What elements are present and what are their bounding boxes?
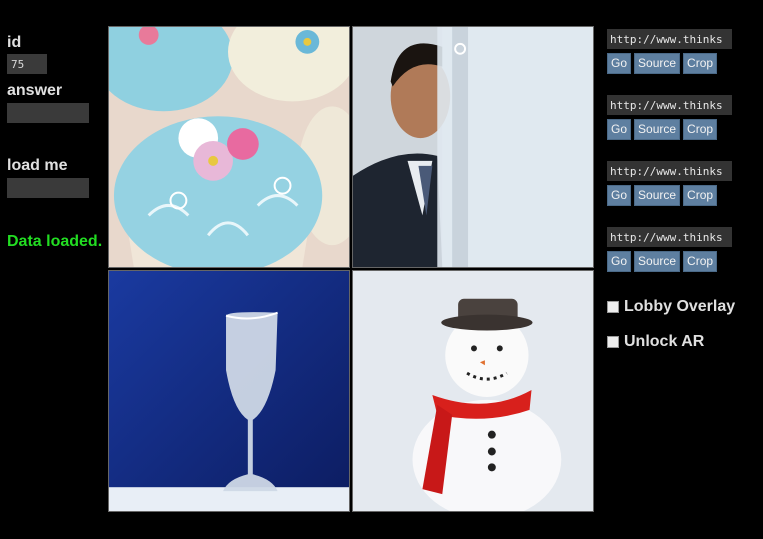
unlock-ar-toggle[interactable]: Unlock AR [607,333,704,351]
image-tile-snowman[interactable] [352,270,594,512]
left-form: id answer load me [7,34,102,198]
load-me-input[interactable] [7,178,89,198]
cupcakes-image [109,27,349,267]
status-message: Data loaded. [7,233,103,250]
load-me-label: load me [7,157,68,174]
id-label: id [7,34,22,51]
wine-glass-image [109,271,349,511]
lobby-overlay-toggle[interactable]: Lobby Overlay [607,298,735,316]
url-slot-4: Go Source Crop [607,227,737,272]
go-button[interactable]: Go [607,53,632,74]
image-tile-cupcakes[interactable] [108,26,350,268]
url-input[interactable] [607,227,732,247]
source-button[interactable]: Source [634,53,681,74]
crop-button[interactable]: Crop [683,185,718,206]
businessman-image [353,27,593,267]
answer-input[interactable] [7,103,89,123]
url-slot-1: Go Source Crop [607,29,737,74]
answer-label: answer [7,82,63,99]
id-input[interactable] [7,54,47,74]
unlock-ar-checkbox[interactable] [607,336,619,348]
go-button[interactable]: Go [607,251,632,272]
url-input[interactable] [607,95,732,115]
crop-button[interactable]: Crop [683,53,718,74]
source-button[interactable]: Source [634,185,681,206]
snowman-image [353,271,593,511]
unlock-ar-label: Unlock AR [624,333,705,350]
crop-button[interactable]: Crop [683,251,718,272]
source-button[interactable]: Source [634,251,681,272]
url-input[interactable] [607,161,732,181]
go-button[interactable]: Go [607,185,632,206]
image-tile-wine-glass[interactable] [108,270,350,512]
crop-button[interactable]: Crop [683,119,718,140]
url-slot-3: Go Source Crop [607,161,737,206]
url-slot-2: Go Source Crop [607,95,737,140]
lobby-overlay-checkbox[interactable] [607,301,619,313]
url-input[interactable] [607,29,732,49]
source-button[interactable]: Source [634,119,681,140]
go-button[interactable]: Go [607,119,632,140]
image-tile-businessman[interactable] [352,26,594,268]
lobby-overlay-label: Lobby Overlay [624,298,736,315]
image-grid [108,26,594,512]
